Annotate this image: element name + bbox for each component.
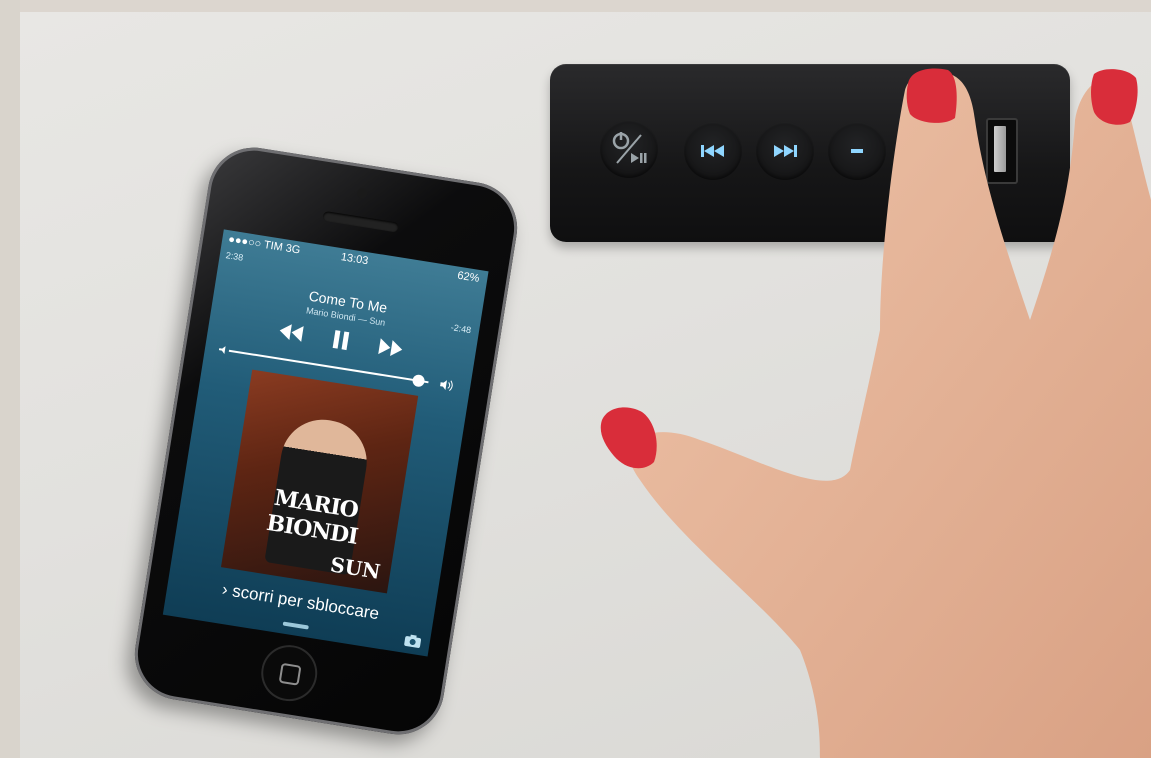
pause-icon[interactable]: [330, 328, 351, 353]
rewind-icon[interactable]: [277, 319, 306, 345]
clock: 13:03: [340, 251, 370, 268]
album-cover: MARIO BIONDI SUN: [220, 369, 419, 594]
previous-track-icon: [701, 145, 724, 157]
previous-track-button[interactable]: [684, 122, 742, 180]
volume-high-icon: [439, 380, 453, 392]
volume-low-icon: [218, 346, 226, 355]
power-play-pause-icon: [612, 132, 647, 164]
next-track-button[interactable]: [756, 122, 814, 180]
next-track-icon: [774, 145, 797, 157]
camera-icon[interactable]: [403, 633, 423, 650]
usb-port: [986, 118, 1018, 184]
volume-knob[interactable]: [411, 373, 426, 388]
volume-down-icon: [851, 149, 863, 153]
earpiece-speaker: [322, 210, 400, 233]
image-border-top: [0, 0, 1151, 12]
front-camera: [356, 187, 368, 200]
image-border-left: [0, 0, 20, 758]
power-play-pause-button[interactable]: [600, 120, 658, 178]
bluetooth-control-bar: [550, 64, 1070, 242]
elapsed-time: 2:38: [225, 250, 244, 263]
battery-label: 62%: [456, 269, 481, 285]
home-button[interactable]: [257, 641, 322, 706]
cover-album-name: SUN: [328, 552, 383, 584]
volume-down-button[interactable]: [828, 122, 886, 180]
lock-screen: ●●●○○ TIM 3G 13:03 62% 2:38 Come To Me M…: [162, 229, 489, 657]
fast-forward-icon[interactable]: [376, 335, 405, 361]
control-center-grabber[interactable]: [282, 621, 309, 630]
